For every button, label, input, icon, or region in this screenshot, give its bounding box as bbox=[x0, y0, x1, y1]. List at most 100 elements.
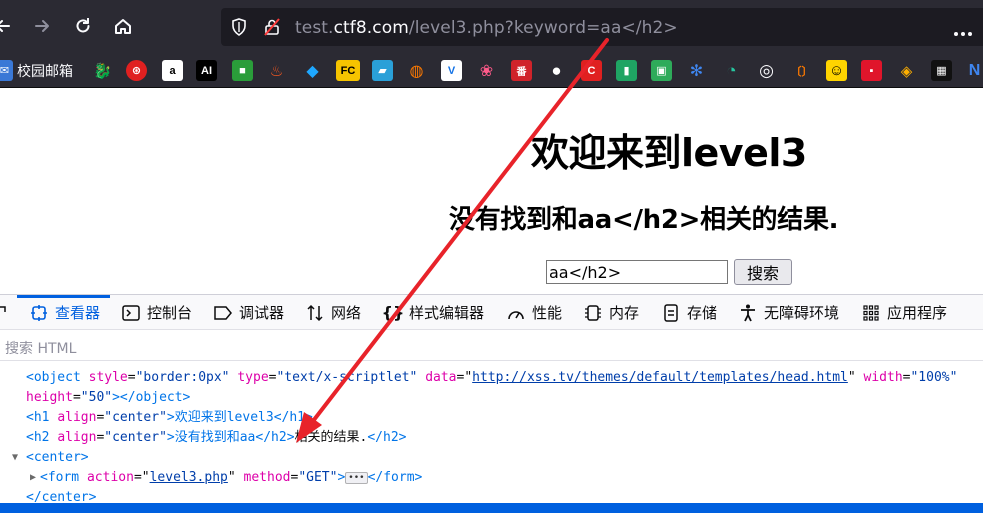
bookmark-icon-24[interactable]: ◈ bbox=[896, 60, 917, 81]
tab-accessibility[interactable]: 无障碍环境 bbox=[739, 295, 839, 330]
tab-network-label: 网络 bbox=[331, 304, 362, 322]
dom-node-center[interactable]: <center> bbox=[26, 448, 89, 468]
page-heading: 欢迎来到level3 bbox=[531, 131, 807, 175]
expand-collapse-toggle[interactable]: ▼ bbox=[12, 452, 18, 463]
expand-toggle[interactable]: ▶ bbox=[30, 472, 36, 483]
mail-bookmark-icon[interactable]: ✉ bbox=[0, 60, 13, 81]
bookmark-icon-25[interactable]: ▦ bbox=[931, 60, 952, 81]
form-close-tag: </form> bbox=[367, 470, 423, 485]
attr-action-link[interactable]: level3.php bbox=[150, 470, 228, 485]
h2-injected-close: </h2> bbox=[255, 430, 295, 445]
tab-debugger[interactable]: 调试器 bbox=[214, 295, 284, 330]
network-icon bbox=[306, 304, 324, 322]
h1-tag: <h1 bbox=[26, 410, 50, 425]
page-viewport: 欢迎来到level3 没有找到和aa</h2>相关的结果. 搜索 bbox=[0, 88, 983, 294]
memory-chip-icon bbox=[584, 304, 602, 322]
tab-inspector[interactable]: 查看器 bbox=[30, 295, 100, 330]
amazon-icon[interactable]: a bbox=[162, 60, 183, 81]
bookmark-icon-17[interactable]: ▣ bbox=[651, 60, 672, 81]
bookmark-icon-9[interactable]: ▰ bbox=[372, 60, 393, 81]
bookmark-icon-2[interactable]: ⊛ bbox=[126, 60, 147, 81]
bookmark-icon-1[interactable]: 🐉 bbox=[92, 60, 113, 81]
attr-align-value: "center" bbox=[104, 430, 167, 445]
h2-tag: <h2 bbox=[26, 430, 50, 445]
tab-accessibility-label: 无障碍环境 bbox=[764, 304, 840, 322]
fc-icon[interactable]: FC bbox=[336, 60, 360, 81]
bookmark-icon-16[interactable]: ▮ bbox=[616, 60, 637, 81]
keyword-input[interactable] bbox=[546, 260, 728, 284]
insecure-lock-icon[interactable] bbox=[263, 18, 281, 41]
bookmarks-bar: ✉ 校园邮箱 🐉 ⊛ a AI ■ ♨ ◆ FC ▰ ◍ V ❀ 番 ● C ▮… bbox=[0, 53, 983, 88]
browser-toolbar: test.ctf8.com/level3.php?keyword=aa</h2> bbox=[0, 0, 983, 53]
bookmark-icon-11[interactable]: V bbox=[441, 60, 462, 81]
dom-node-form[interactable]: <form action="level3.php" method="GET"> •… bbox=[40, 468, 422, 488]
forward-button[interactable] bbox=[25, 9, 59, 43]
tab-application[interactable]: 应用程序 bbox=[862, 295, 947, 330]
dom-node-object-cont[interactable]: height="50"></object> bbox=[26, 388, 190, 408]
flower-icon[interactable]: ❀ bbox=[476, 60, 497, 81]
collapsed-content-button[interactable]: ••• bbox=[345, 471, 368, 484]
attr-action: action bbox=[86, 470, 134, 485]
element-picker-button[interactable] bbox=[0, 295, 17, 330]
tab-performance[interactable]: 性能 bbox=[507, 295, 562, 330]
tab-memory[interactable]: 内存 bbox=[584, 295, 639, 330]
flame-icon[interactable]: ♨ bbox=[266, 60, 287, 81]
bookmark-icon-21[interactable]: 〔〕 bbox=[791, 60, 813, 81]
bookmark-icon-19[interactable]: ◔ bbox=[721, 60, 742, 81]
url-host: ctf8.com bbox=[333, 18, 409, 38]
bookmark-icon-26[interactable]: N bbox=[964, 60, 983, 81]
form-tag: <form bbox=[40, 470, 80, 485]
debugger-icon bbox=[214, 304, 232, 322]
attr-type-value: "text/x-scriptlet" bbox=[276, 370, 418, 385]
attr-type: type bbox=[237, 370, 269, 385]
search-button[interactable]: 搜索 bbox=[734, 259, 792, 285]
console-icon bbox=[122, 304, 140, 322]
reload-button[interactable] bbox=[66, 9, 100, 43]
bookmark-icon-23[interactable]: ▪ bbox=[861, 60, 882, 81]
attr-align-value: "center" bbox=[104, 410, 167, 425]
url-text: test.ctf8.com/level3.php?keyword=aa</h2> bbox=[295, 18, 678, 38]
back-button[interactable] bbox=[0, 9, 20, 43]
tab-style-editor[interactable]: {} 样式编辑器 bbox=[382, 295, 485, 330]
attr-data: data bbox=[425, 370, 457, 385]
shield-icon[interactable] bbox=[231, 18, 247, 41]
github-icon[interactable]: ● bbox=[546, 60, 567, 81]
bookmark-icon-7[interactable]: ◆ bbox=[302, 60, 323, 81]
tab-style-editor-label: 样式编辑器 bbox=[409, 304, 485, 322]
globe-icon[interactable]: ◎ bbox=[756, 60, 777, 81]
more-options-icon[interactable] bbox=[953, 24, 973, 42]
attr-width: width bbox=[863, 370, 903, 385]
tab-console[interactable]: 控制台 bbox=[122, 295, 192, 330]
dom-node-h2[interactable]: <h2 align="center">没有找到和aa</h2>相关的结果.</h… bbox=[26, 428, 407, 448]
bookmark-icon-13[interactable]: 番 bbox=[511, 60, 532, 81]
grid-icon bbox=[862, 304, 880, 322]
h2-content-start: >没有找到和aa bbox=[166, 430, 256, 445]
bookmark-icon-18[interactable]: ✻ bbox=[686, 60, 707, 81]
attr-style-value: "border:0px" bbox=[135, 370, 230, 385]
accessibility-icon bbox=[739, 304, 757, 322]
bookmark-icon-10[interactable]: ◍ bbox=[406, 60, 427, 81]
attr-height: height bbox=[26, 390, 73, 405]
dom-node-object[interactable]: <object style="border:0px" type="text/x-… bbox=[26, 368, 957, 388]
tab-network[interactable]: 网络 bbox=[306, 295, 361, 330]
tab-storage[interactable]: 存储 bbox=[662, 295, 717, 330]
bookmark-icon-15[interactable]: C bbox=[581, 60, 602, 81]
tab-application-label: 应用程序 bbox=[887, 304, 948, 322]
smiley-icon[interactable]: ☺ bbox=[826, 60, 847, 81]
h2-content-end: 相关的结果. bbox=[294, 430, 368, 445]
back-arrow-icon bbox=[0, 20, 10, 32]
bookmark-icon-5[interactable]: ■ bbox=[232, 60, 253, 81]
home-button[interactable] bbox=[106, 9, 140, 43]
attr-data-link[interactable]: http://xss.tv/themes/default/templates/h… bbox=[472, 370, 848, 385]
selected-dom-row[interactable] bbox=[0, 503, 983, 513]
html-search-bar[interactable]: 搜索 HTML bbox=[0, 331, 983, 361]
address-bar[interactable]: test.ctf8.com/level3.php?keyword=aa</h2> bbox=[221, 8, 983, 46]
center-tag: <center> bbox=[26, 450, 89, 465]
object-close-tag: ></object> bbox=[112, 390, 191, 405]
tab-debugger-label: 调试器 bbox=[239, 304, 285, 322]
devtools-tab-bar: 查看器 控制台 调试器 网络 {} 样式编辑器 性能 内存 存储 无障碍环境 应… bbox=[0, 295, 983, 330]
dom-node-h1[interactable]: <h1 align="center">欢迎来到level3</h1> bbox=[26, 408, 313, 428]
tab-console-label: 控制台 bbox=[147, 304, 193, 322]
bookmark-label-mail[interactable]: 校园邮箱 bbox=[17, 61, 73, 81]
ai-icon[interactable]: AI bbox=[196, 60, 217, 81]
